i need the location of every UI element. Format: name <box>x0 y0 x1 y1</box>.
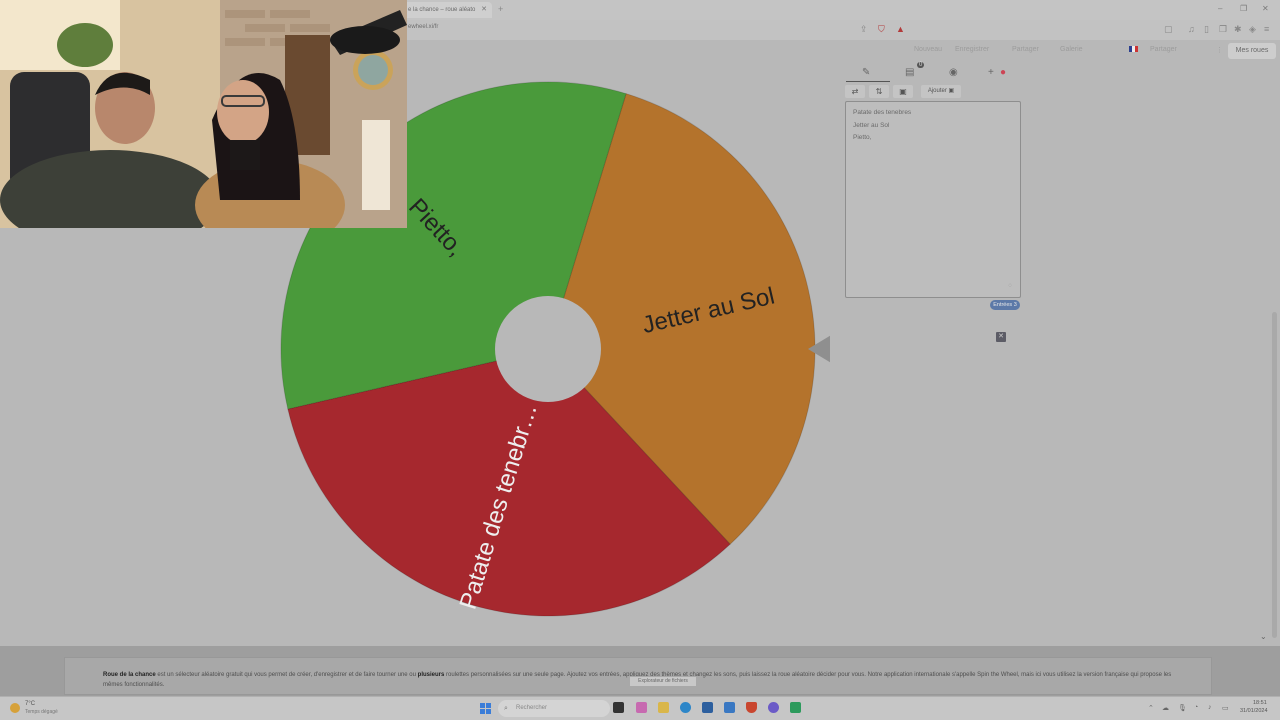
results-badge: 0 <box>917 62 925 68</box>
microphone-icon[interactable]: 🎙 <box>1178 704 1187 712</box>
taskbar-search[interactable]: ⌕ Rechercher <box>498 700 610 717</box>
tab-title: e la chance – roue aléato <box>408 7 476 13</box>
menu-icon[interactable]: ≡ <box>1264 24 1269 34</box>
clipboard-tab-icon[interactable]: ▤ <box>905 67 914 78</box>
search-icon: ⌕ <box>504 705 508 712</box>
color-wheel-icon[interactable]: ● <box>1000 67 1006 78</box>
tray-chevron-icon[interactable]: ⌃ <box>1148 704 1154 712</box>
hide-eye-icon[interactable]: ◉ <box>949 67 958 78</box>
maximize-icon[interactable]: ❐ <box>1240 4 1247 13</box>
entries-textarea[interactable]: Patate des tenebres Jetter au Sol Pietto… <box>845 101 1021 298</box>
image-icon: ▣ <box>899 87 907 96</box>
resize-handle-icon[interactable]: ◌ <box>1008 283 1012 289</box>
more-icon[interactable]: ⋮ <box>1216 46 1223 54</box>
scroll-down-icon[interactable]: ⌄ <box>1260 632 1267 641</box>
shuffle-icon: ⇄ <box>851 87 859 96</box>
vpn-icon[interactable]: ◈ <box>1249 24 1256 35</box>
close-icon[interactable]: ✕ <box>996 332 1006 342</box>
store-icon[interactable] <box>702 702 713 713</box>
weather-temperature[interactable]: 7°C <box>25 701 35 707</box>
browser-tab[interactable]: e la chance – roue aléato ✕ <box>400 2 492 18</box>
brave-shield-icon[interactable]: ⛉ <box>878 24 885 35</box>
taskbar-tooltip: Explorateur de fichiers <box>629 676 697 687</box>
active-tab-underline <box>846 81 890 82</box>
nav-share[interactable]: Partager <box>1012 46 1039 53</box>
weather-sun-icon[interactable] <box>10 703 20 713</box>
flag-icon[interactable] <box>1129 46 1138 54</box>
brand-name: Roue de la chance <box>103 672 156 678</box>
wifi-icon[interactable]: ◔ <box>1194 704 1198 711</box>
editor-toolbar: ⇄ ⇅ ▣ Ajouter ▣ <box>845 85 1021 99</box>
extensions-icon[interactable]: ✱ <box>1234 24 1242 35</box>
page-scrollbar[interactable] <box>1272 312 1277 638</box>
windows-taskbar: 7°C Temps dégagé ⌕ Rechercher ⌃ ☁ 🎙 ◔ ♪ … <box>0 696 1280 720</box>
share-icon[interactable]: ⇪ <box>860 24 868 35</box>
edit-tab-pencil-icon[interactable]: ✎ <box>862 67 870 78</box>
description-bold: plusieurs <box>417 672 445 678</box>
window-close-icon[interactable]: ✕ <box>1262 4 1269 13</box>
nav-new[interactable]: Nouveau <box>914 46 942 53</box>
clock-time[interactable]: 18:51 <box>1253 700 1267 706</box>
file-explorer-icon[interactable] <box>658 702 669 713</box>
search-placeholder: Rechercher <box>516 705 548 711</box>
add-image-button[interactable]: Ajouter ▣ <box>921 85 961 98</box>
entry-item: Jetter au Sol <box>853 121 890 129</box>
shuffle-button[interactable]: ⇄ <box>845 85 865 98</box>
my-wheels-button[interactable]: Mes roues <box>1228 43 1276 59</box>
nav-gallery[interactable]: Galerie <box>1060 46 1083 53</box>
copilot-icon[interactable] <box>636 702 647 713</box>
webcam-overlay <box>0 0 407 228</box>
panel-icon[interactable]: ▯ <box>1204 24 1209 35</box>
edge-icon[interactable] <box>680 702 691 713</box>
wheel-hub[interactable] <box>495 296 601 402</box>
spotify-icon[interactable] <box>790 702 801 713</box>
add-label: Ajouter <box>927 88 947 94</box>
nav-share-2[interactable]: Partager <box>1150 46 1177 53</box>
weather-description[interactable]: Temps dégagé <box>25 709 58 715</box>
image-button[interactable]: ▣ <box>893 85 913 98</box>
entries-count-badge: Entrées 3 <box>990 300 1020 310</box>
task-view-icon[interactable] <box>613 702 624 713</box>
brave-rewards-icon[interactable]: ▲ <box>896 24 905 34</box>
new-tab-icon[interactable]: + <box>498 4 503 14</box>
app-icon[interactable] <box>768 702 779 713</box>
add-plus-icon[interactable]: + <box>988 67 994 78</box>
brave-icon[interactable] <box>746 702 757 713</box>
sidebar-icon[interactable]: ▢ <box>1164 24 1173 35</box>
windows-start-icon[interactable] <box>480 703 491 714</box>
minimize-icon[interactable]: – <box>1218 4 1222 13</box>
entry-item: Pietto, <box>853 134 872 141</box>
nav-save[interactable]: Enregistrer <box>955 46 989 53</box>
entry-item: Patate des tenebres <box>853 109 912 116</box>
battery-icon[interactable]: ▭ <box>1222 704 1229 712</box>
music-icon[interactable]: ♫ <box>1188 24 1195 34</box>
mail-icon[interactable] <box>724 702 735 713</box>
url-field[interactable]: ewheel.xi/fr <box>408 24 438 30</box>
sort-icon: ⇅ <box>875 87 883 96</box>
tab-close-icon[interactable]: ✕ <box>481 2 487 18</box>
sort-button[interactable]: ⇅ <box>869 85 889 98</box>
clock-date[interactable]: 31/01/2024 <box>1240 708 1268 714</box>
tabs-icon[interactable]: ❐ <box>1219 24 1227 35</box>
volume-icon[interactable]: ♪ <box>1208 704 1212 711</box>
tray-app-icon[interactable]: ☁ <box>1162 704 1169 712</box>
description-part-1: est un sélecteur aléatoire gratuit qui v… <box>155 672 418 678</box>
